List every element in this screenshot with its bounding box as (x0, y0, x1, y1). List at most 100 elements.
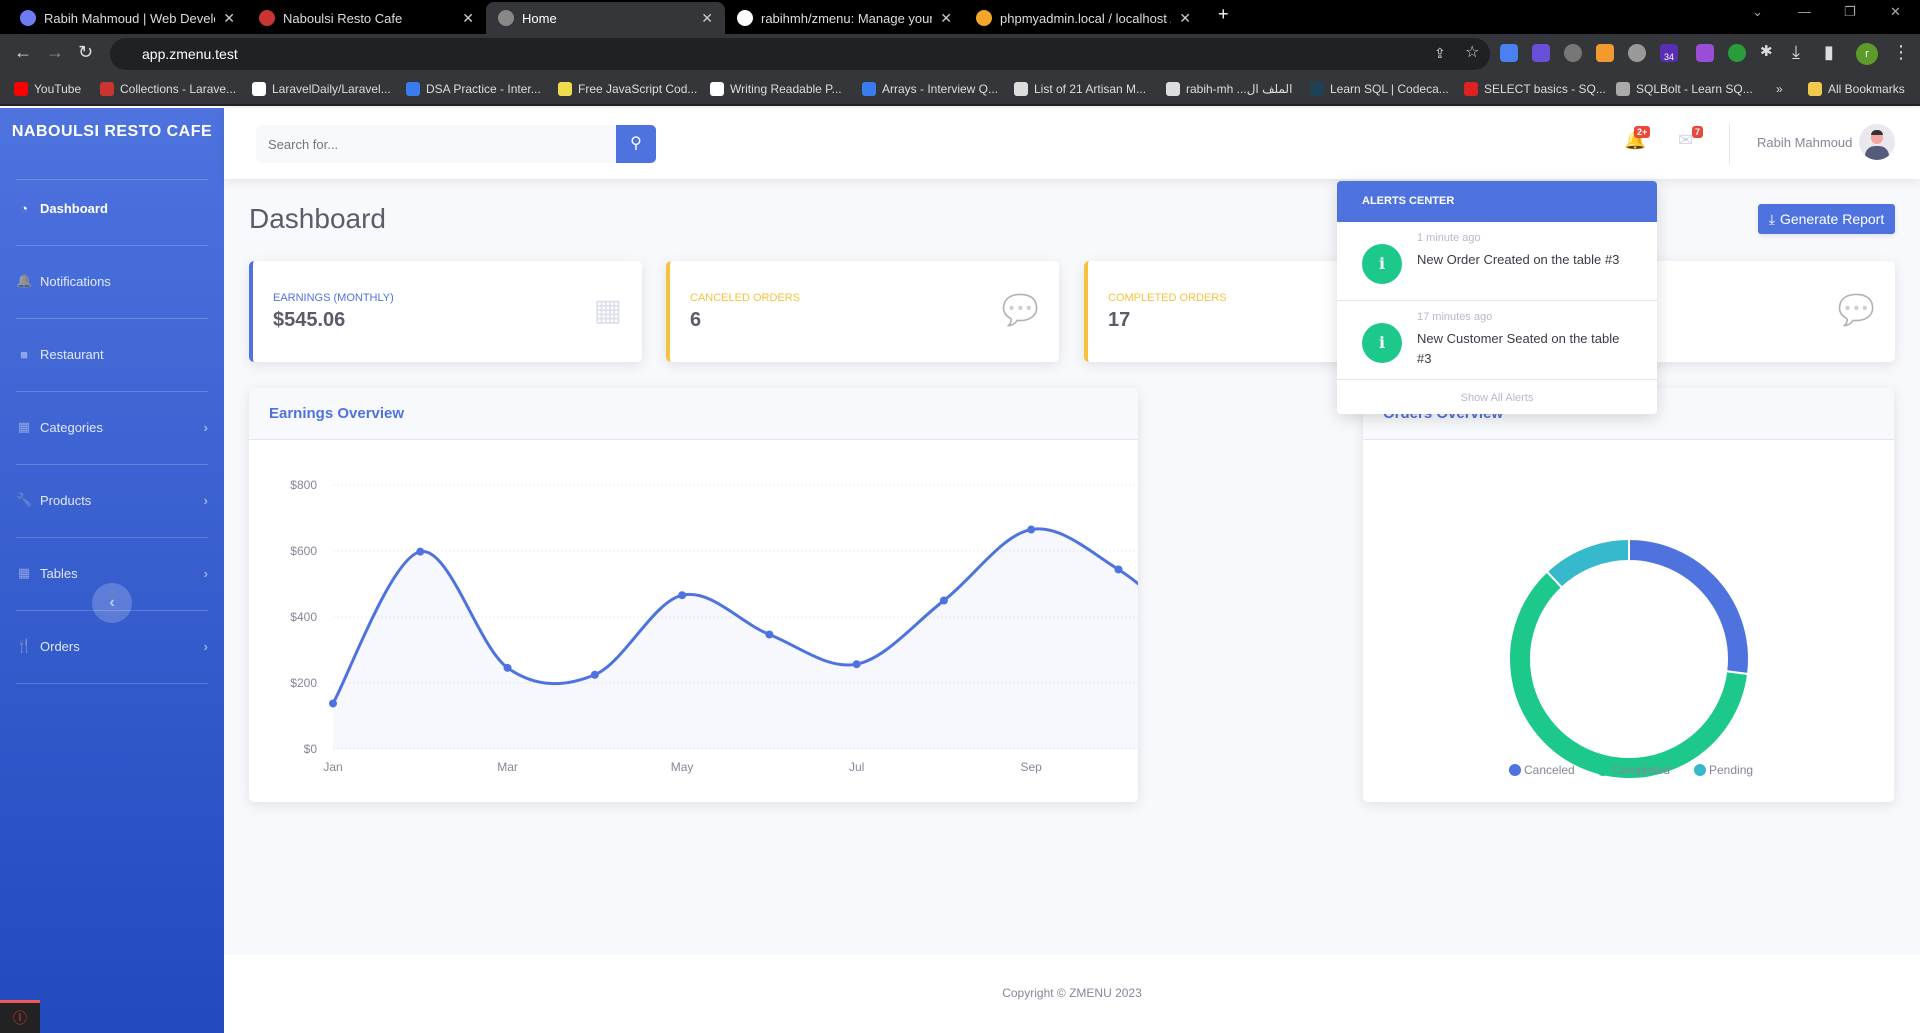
extension-icon[interactable] (1596, 44, 1614, 62)
data-point[interactable] (590, 670, 599, 679)
profile-avatar[interactable]: r (1856, 43, 1878, 65)
donut-slice-canceled[interactable] (1628, 537, 1750, 676)
close-window-icon[interactable]: ✕ (1890, 4, 1901, 20)
extension-icon[interactable] (1696, 44, 1714, 62)
close-tab-icon[interactable]: ✕ (223, 10, 235, 27)
extension-icon[interactable] (1564, 44, 1582, 62)
extension-icon[interactable] (1628, 44, 1646, 62)
legend-label[interactable]: Completed (1612, 763, 1670, 777)
menu-icon[interactable]: ⋮ (1892, 42, 1910, 63)
bookmark-item[interactable]: Writing Readable P... (710, 82, 842, 96)
search-icon: ⚲ (630, 135, 642, 152)
alerts-bell-button[interactable]: 🔔 2+ (1624, 126, 1651, 151)
data-point[interactable] (852, 660, 861, 669)
browser-toolbar: ← → ↻ app.zmenu.test ⇪ ☆ 34 ✱ ⤓ ▮ r ⋮ (0, 34, 1920, 74)
sidebar-item-orders[interactable]: 🍴 Orders › (16, 631, 208, 661)
close-tab-icon[interactable]: ✕ (462, 10, 474, 27)
tab-search-icon[interactable]: ⌄ (1752, 4, 1763, 20)
sidebar-toggle-button[interactable]: ‹ (92, 583, 132, 623)
alert-item[interactable]: i 17 minutes ago New Customer Seated on th… (1337, 301, 1657, 380)
legend-label[interactable]: Pending (1709, 763, 1753, 777)
browser-tab[interactable]: rabihmh/zmenu: Manage your m ✕ (725, 2, 964, 34)
bookmark-item[interactable]: rabih-mh ...الملف ال (1166, 82, 1292, 96)
back-icon[interactable]: ← (14, 42, 32, 63)
donut-slice-pending[interactable] (1545, 537, 1630, 589)
user-name[interactable]: Rabih Mahmoud (1757, 135, 1852, 150)
all-bookmarks-button[interactable]: All Bookmarks (1808, 82, 1905, 96)
bookmark-item[interactable]: SQLBolt - Learn SQ... (1616, 82, 1753, 96)
extension-icon[interactable] (1532, 44, 1550, 62)
debugbar-laravel-icon[interactable]: ⓛ (0, 1000, 40, 1033)
restore-icon[interactable]: ❐ (1844, 4, 1856, 20)
page-title: Dashboard (249, 203, 386, 234)
data-point[interactable] (678, 591, 687, 600)
messages-button[interactable]: ✉ 7 (1678, 126, 1704, 151)
bookmark-item[interactable]: Learn SQL | Codeca... (1310, 82, 1449, 96)
data-point[interactable] (1114, 565, 1123, 574)
search-button[interactable]: ⚲ (616, 125, 656, 163)
stat-value: $545.06 (273, 309, 346, 331)
download-icon: ⤓ (1768, 210, 1775, 227)
sidebar-divider (16, 683, 208, 684)
bookmark-item[interactable]: Free JavaScript Cod... (558, 82, 697, 96)
browser-tab[interactable]: Home ✕ (486, 2, 725, 34)
envelope-icon: ✉ (1678, 130, 1694, 150)
sidebar-item-tables[interactable]: ▦ Tables › (16, 558, 208, 588)
reload-icon[interactable]: ↻ (78, 42, 93, 63)
bookmark-item[interactable]: Arrays - Interview Q... (862, 82, 998, 96)
sidebar-divider (16, 179, 208, 180)
bookmark-item[interactable]: DSA Practice - Inter... (406, 82, 541, 96)
table-icon: ▦ (17, 565, 31, 580)
sidebar-divider (16, 245, 208, 246)
browser-tab[interactable]: phpmyadmin.local / localhost / t ✕ (964, 2, 1203, 34)
bookmark-label: Collections - Larave... (120, 82, 237, 96)
wrench-icon: 🔧 (16, 492, 33, 507)
avatar[interactable] (1859, 124, 1895, 160)
close-tab-icon[interactable]: ✕ (1179, 10, 1191, 27)
generate-report-button[interactable]: ⤓ Generate Report (1758, 204, 1895, 234)
browser-tab[interactable]: Rabih Mahmoud | Web Developer ✕ (8, 2, 247, 34)
data-point[interactable] (939, 596, 948, 605)
sidebar-item-dashboard[interactable]: ◔ Dashboard (16, 193, 208, 223)
search-input[interactable] (256, 125, 616, 163)
data-point[interactable] (765, 630, 774, 639)
close-tab-icon[interactable]: ✕ (701, 10, 713, 27)
bookmark-item[interactable]: YouTube (14, 82, 81, 96)
sidebar-item-restaurant[interactable]: ■ Restaurant (16, 339, 208, 369)
show-all-alerts-link[interactable]: Show All Alerts (1337, 380, 1657, 404)
more-bookmarks-button[interactable]: » (1776, 82, 1783, 96)
share-icon[interactable]: ⇪ (1434, 45, 1446, 62)
address-bar[interactable]: app.zmenu.test (110, 38, 1490, 70)
data-point[interactable] (329, 699, 337, 708)
data-point[interactable] (416, 547, 425, 556)
brand-name[interactable]: NABOULSI RESTO CAFE (0, 120, 224, 144)
forward-icon[interactable]: → (46, 42, 64, 63)
minimize-icon[interactable]: — (1798, 4, 1811, 19)
sidebar-item-notifications[interactable]: 🔔 Notifications (16, 266, 208, 296)
extension-icon[interactable]: 34 (1660, 44, 1678, 62)
tachometer-icon: ◔ (20, 200, 28, 216)
favicon-icon (20, 10, 36, 26)
extension-icon[interactable] (1500, 44, 1518, 62)
copyright-text: Copyright © ZMENU 2023 (1002, 986, 1142, 1000)
y-tick-label: $200 (290, 676, 317, 690)
download-icon[interactable]: ⤓ (1792, 42, 1800, 63)
bookmark-item[interactable]: List of 21 Artisan M... (1014, 82, 1146, 96)
legend-label[interactable]: Canceled (1524, 763, 1575, 777)
new-tab-button[interactable]: + (1218, 4, 1229, 25)
puzzle-icon[interactable]: ✱ (1760, 42, 1773, 60)
extension-icon[interactable] (1728, 44, 1746, 62)
data-point[interactable] (1027, 525, 1036, 534)
close-tab-icon[interactable]: ✕ (940, 10, 952, 27)
bookmark-item[interactable]: Collections - Larave... (100, 82, 236, 96)
sidepanel-icon[interactable]: ▮ (1824, 42, 1834, 63)
area-fill (333, 528, 1138, 749)
sidebar-item-products[interactable]: 🔧 Products › (16, 485, 208, 515)
bookmark-item[interactable]: LaravelDaily/Laravel... (252, 82, 391, 96)
bookmark-star-icon[interactable]: ☆ (1465, 42, 1479, 62)
alert-item[interactable]: i 1 minute ago New Order Created on the ta… (1337, 222, 1657, 301)
data-point[interactable] (503, 663, 512, 672)
browser-tab[interactable]: Naboulsi Resto Cafe ✕ (247, 2, 486, 34)
sidebar-item-categories[interactable]: ▦ Categories › (16, 412, 208, 442)
bookmark-item[interactable]: SELECT basics - SQ... (1464, 82, 1606, 96)
